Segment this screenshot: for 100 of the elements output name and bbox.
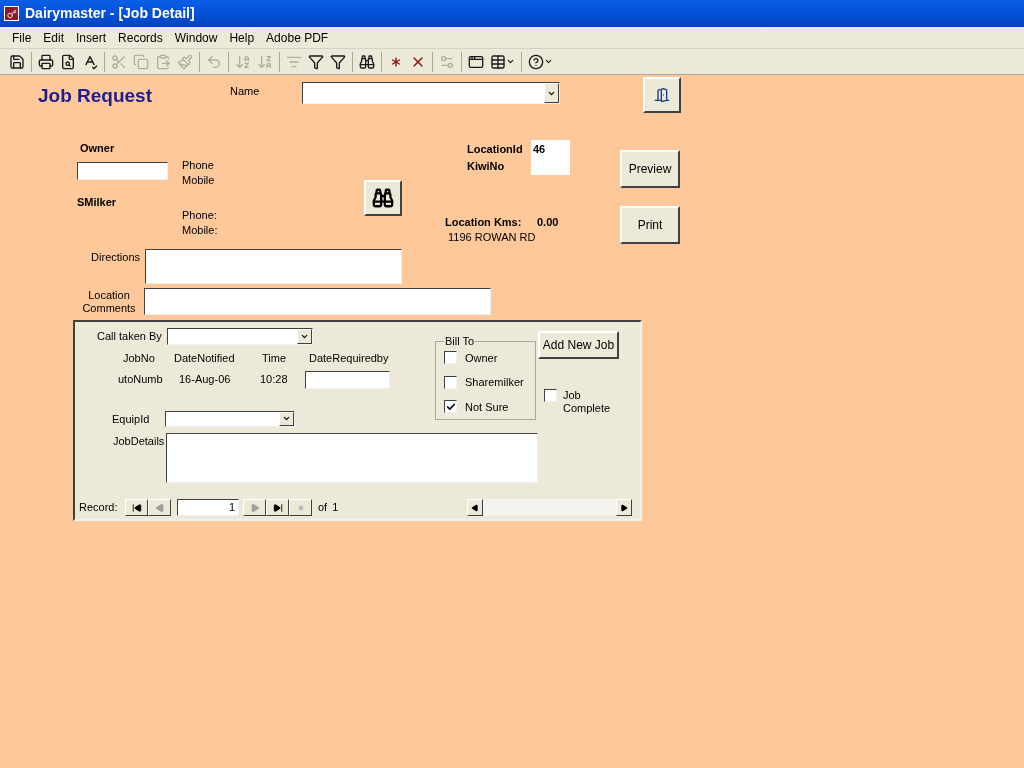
new-record-icon xyxy=(295,502,306,513)
exit-door-icon xyxy=(654,87,670,103)
owner-field[interactable] xyxy=(77,162,168,180)
sharemilker-mobile-label: Mobile: xyxy=(182,223,219,238)
call-taken-by-label: Call taken By xyxy=(97,329,163,345)
window-icon xyxy=(468,53,484,70)
column-heading: JobNo xyxy=(123,351,156,366)
dropdown-button[interactable] xyxy=(544,83,559,103)
spelling-icon xyxy=(82,53,98,70)
checkbox-label: Not Sure xyxy=(465,399,509,415)
name-combo[interactable] xyxy=(302,82,560,104)
print-preview-icon xyxy=(60,53,76,70)
record-label: Record: xyxy=(79,500,119,516)
copy-icon xyxy=(133,53,149,70)
previous-record-icon xyxy=(154,502,165,513)
location-id-label: LocationId xyxy=(467,142,524,157)
directions-label: Directions xyxy=(90,250,140,265)
exit-button[interactable] xyxy=(643,77,681,113)
find-button[interactable] xyxy=(364,180,402,216)
undo-icon xyxy=(206,53,222,70)
preview-button[interactable]: Preview xyxy=(620,150,680,188)
record-nav-button[interactable] xyxy=(266,499,289,516)
sort-descending-icon xyxy=(257,53,273,70)
name-label: Name xyxy=(230,84,261,99)
funnel-icon xyxy=(330,53,346,70)
menu-item[interactable]: Window xyxy=(168,28,224,47)
job-value: utoNumb xyxy=(118,372,164,388)
caret-icon xyxy=(544,57,553,66)
equip-id-combo[interactable] xyxy=(165,410,295,427)
checkbox[interactable] xyxy=(444,375,457,389)
column-heading: DateRequiredby xyxy=(309,351,390,366)
bill-to-legend: Bill To xyxy=(444,333,476,350)
binoculars-icon xyxy=(359,53,375,70)
record-number-field[interactable]: 1 xyxy=(177,499,239,516)
paste-icon xyxy=(155,53,171,70)
form-title: Job Request xyxy=(38,84,154,108)
date-required-field[interactable] xyxy=(305,370,390,389)
address-text: 1196 ROWAN RD xyxy=(447,230,537,245)
job-details-label: JobDetails xyxy=(113,434,166,449)
scroll-right-icon xyxy=(620,503,629,512)
sort-ascending-icon xyxy=(235,53,251,70)
properties-icon xyxy=(439,53,455,70)
print-button[interactable]: Print xyxy=(620,206,680,244)
record-total: 1 xyxy=(332,500,339,516)
owner-label: Owner xyxy=(79,141,116,156)
table-icon xyxy=(490,53,506,70)
checkbox[interactable] xyxy=(444,400,457,414)
scroll-right-button[interactable] xyxy=(616,499,633,516)
job-value: 16-Aug-06 xyxy=(179,372,232,388)
checkbox-label: Owner xyxy=(465,350,498,366)
equip-id-label: EquipId xyxy=(112,411,151,427)
column-heading: Time xyxy=(262,351,288,366)
last-record-icon xyxy=(272,502,283,513)
scroll-left-icon xyxy=(471,503,480,512)
menu-item[interactable]: Adobe PDF xyxy=(260,28,335,47)
owner-phone-label: Phone xyxy=(182,158,215,173)
cut-icon xyxy=(111,53,127,70)
job-value: 10:28 xyxy=(260,372,289,388)
directions-field[interactable] xyxy=(145,249,402,284)
location-comments-label: Location Comments xyxy=(81,288,137,315)
sharemilker-phone-label: Phone: xyxy=(182,208,218,223)
sharemilker-label: SMilker xyxy=(77,195,118,210)
caret-icon xyxy=(506,57,515,66)
location-id-field[interactable]: 46 xyxy=(531,140,570,175)
window-title: Dairymaster - [Job Detail] xyxy=(25,4,195,23)
location-kms-value: 0.00 xyxy=(537,215,559,230)
check-icon xyxy=(445,401,456,412)
checkbox-label: Sharemilker xyxy=(465,375,524,390)
help-icon xyxy=(528,53,544,70)
checkbox[interactable] xyxy=(444,351,457,365)
dropdown-button[interactable] xyxy=(279,411,294,426)
location-comments-field[interactable] xyxy=(144,288,491,315)
scroll-left-button[interactable] xyxy=(467,499,484,516)
app-icon xyxy=(4,6,19,21)
menu-item[interactable]: Help xyxy=(223,28,261,47)
menu-item[interactable]: Records xyxy=(112,28,169,47)
add-new-job-button[interactable]: Add New Job xyxy=(538,331,619,359)
caret-icon xyxy=(300,332,309,341)
horizontal-scrollbar[interactable] xyxy=(467,499,633,516)
owner-mobile-label: Mobile xyxy=(182,173,216,188)
filter-form-icon xyxy=(308,53,324,70)
menu-item[interactable]: File xyxy=(6,28,38,47)
kiwi-no-label: KiwiNo xyxy=(467,159,506,174)
job-complete-label: Job Complete xyxy=(563,389,611,415)
print-icon xyxy=(38,53,54,70)
next-record-icon xyxy=(249,502,260,513)
first-record-icon xyxy=(131,502,142,513)
brush-icon xyxy=(177,53,193,70)
menu-item[interactable]: Edit xyxy=(37,28,71,47)
dropdown-button[interactable] xyxy=(297,329,312,344)
checkbox[interactable] xyxy=(544,389,557,402)
column-heading: DateNotified xyxy=(174,351,236,366)
call-taken-by-combo[interactable] xyxy=(167,328,313,345)
job-details-field[interactable] xyxy=(166,433,538,483)
menu-item[interactable]: Insert xyxy=(70,28,113,47)
record-of-label: of xyxy=(318,500,328,516)
save-icon xyxy=(9,53,25,70)
location-kms-label: Location Kms: xyxy=(445,215,523,230)
record-nav-button[interactable] xyxy=(125,499,148,516)
binoculars-icon xyxy=(372,187,394,209)
